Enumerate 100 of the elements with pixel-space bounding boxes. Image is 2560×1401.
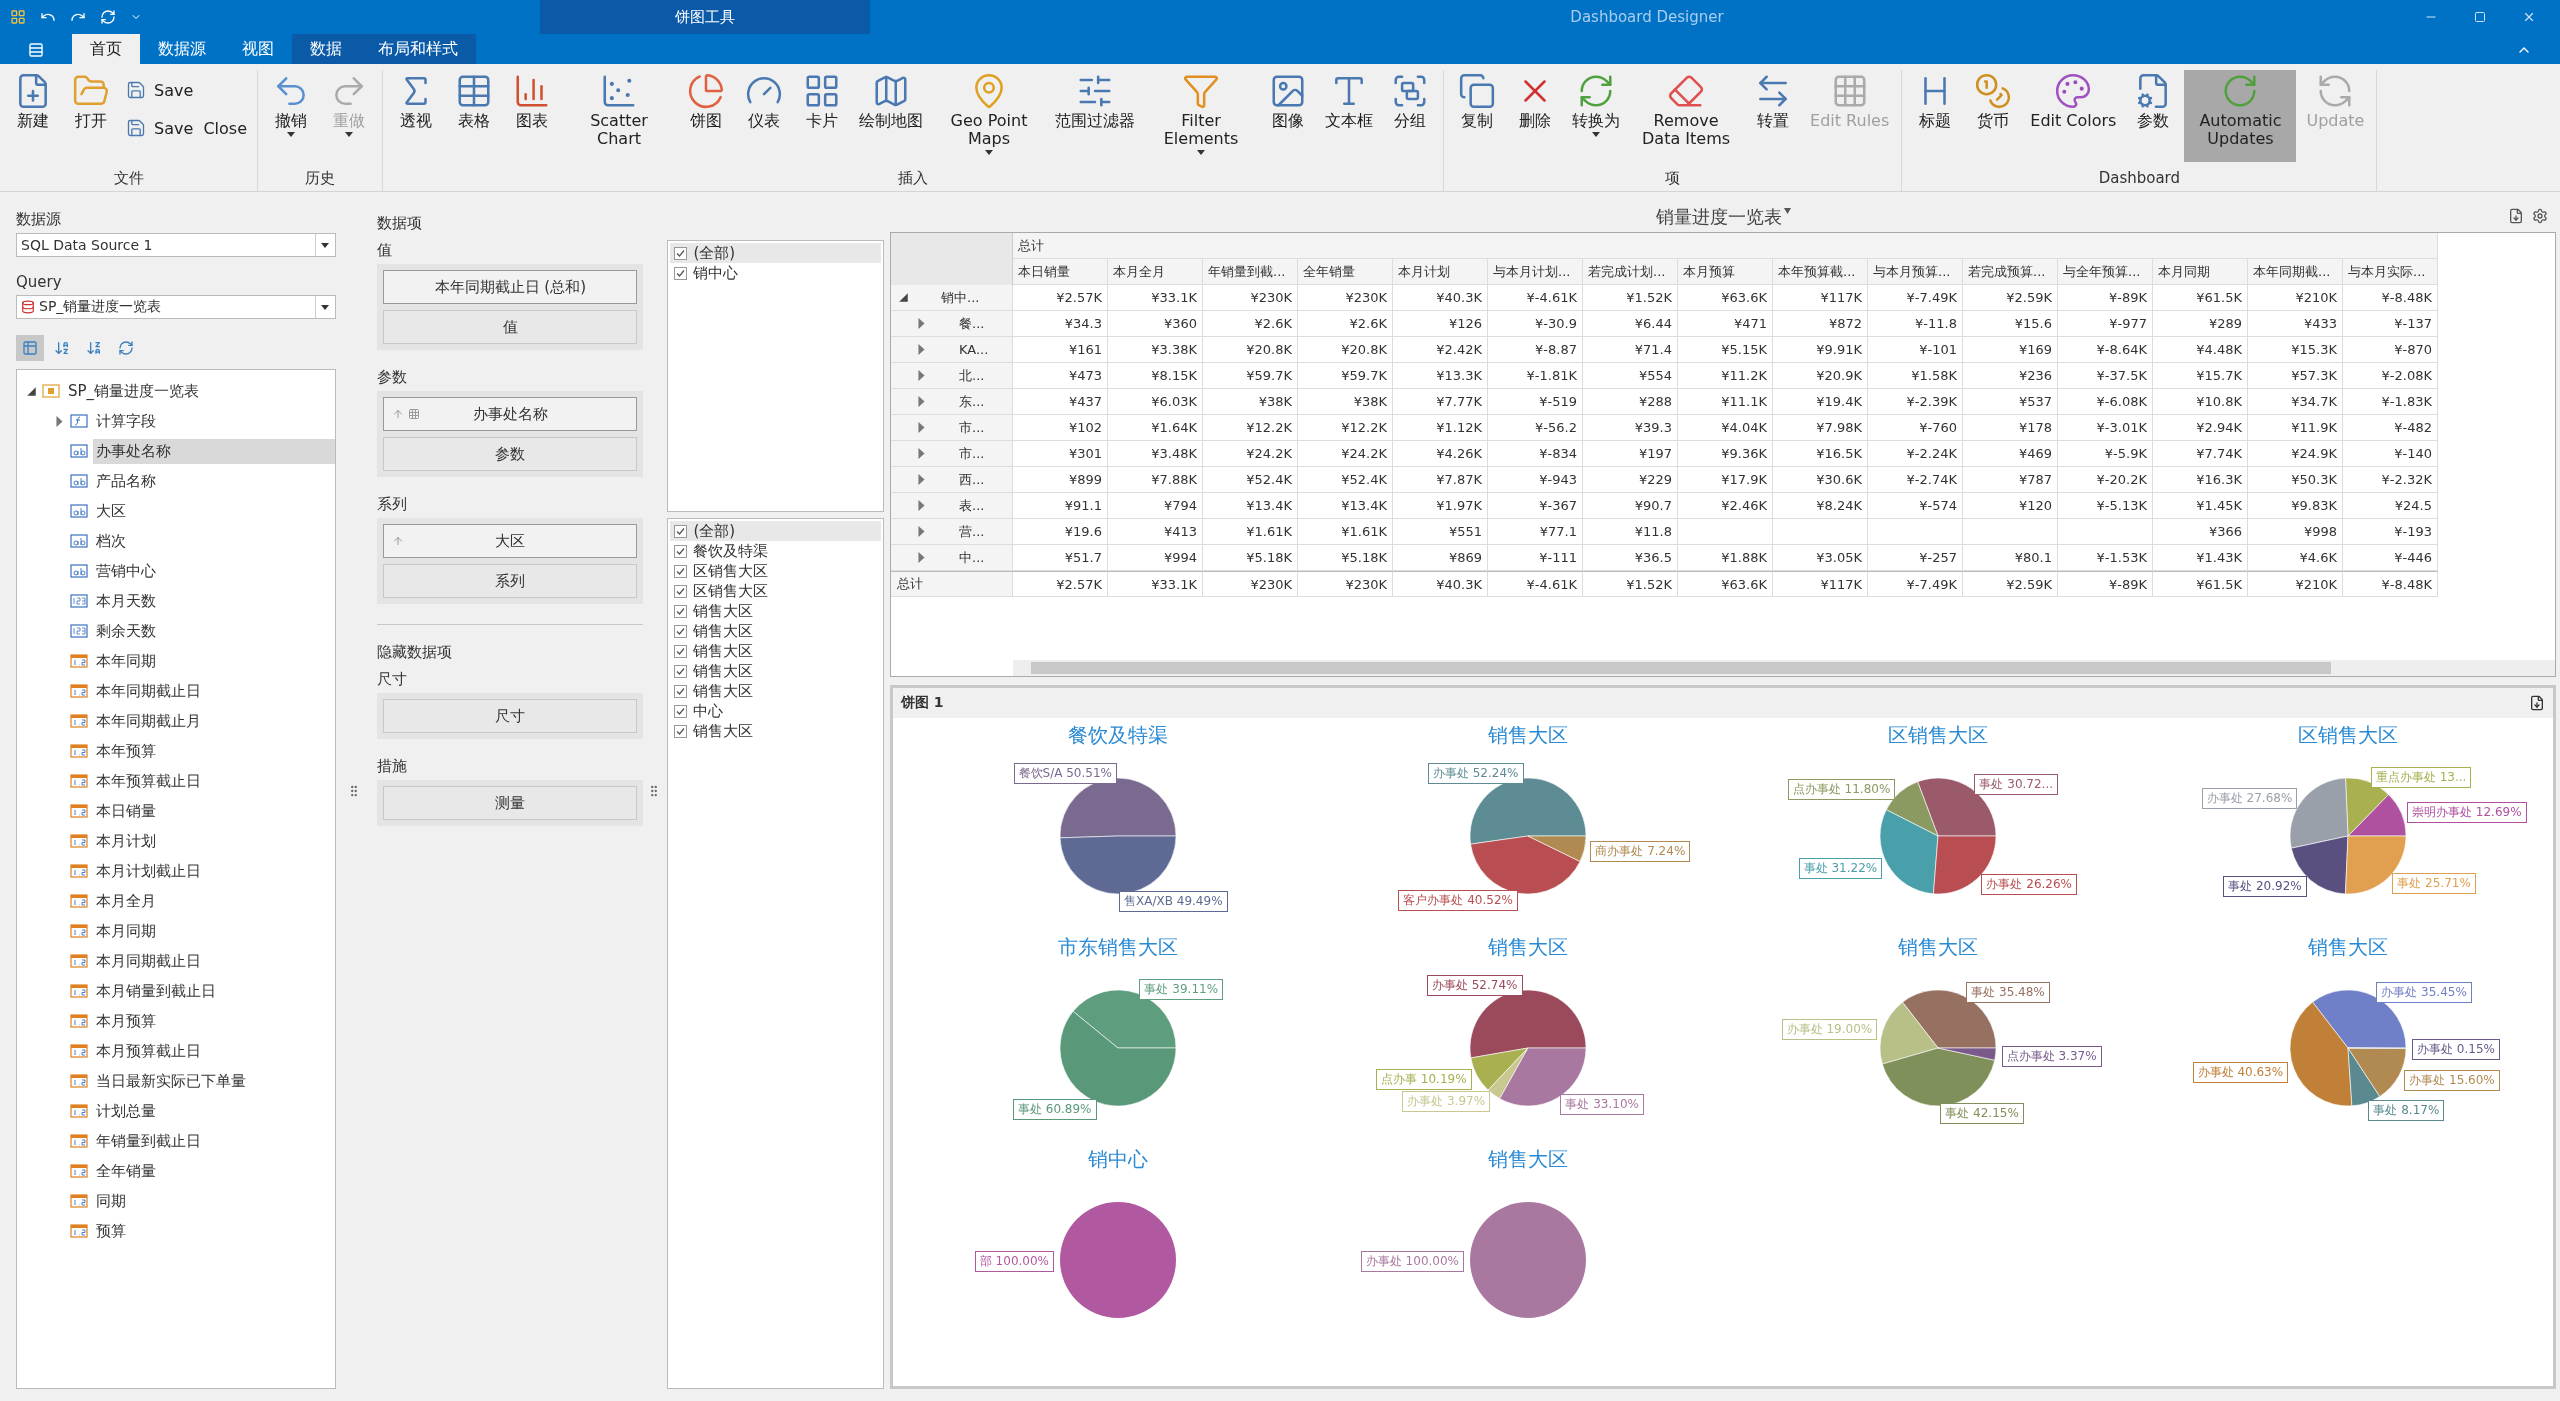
- expand-toggle[interactable]: [915, 447, 927, 460]
- data-item-button[interactable]: 大区: [383, 524, 638, 558]
- column-header[interactable]: 全年销量: [1298, 259, 1393, 285]
- filter-item[interactable]: (全部): [670, 243, 881, 263]
- ribbon-button[interactable]: 绘制地图: [853, 70, 930, 162]
- tree-item[interactable]: 大区: [93, 498, 129, 524]
- drop-slot[interactable]: 参数: [383, 437, 638, 471]
- data-item-button[interactable]: 办事处名称: [383, 397, 638, 431]
- tree-item[interactable]: 本年预算: [93, 738, 159, 764]
- checkbox[interactable]: [674, 584, 688, 598]
- expand-toggle[interactable]: [25, 385, 37, 397]
- row-header[interactable]: 餐...: [891, 311, 1013, 337]
- checkbox[interactable]: [674, 684, 688, 698]
- ribbon-button[interactable]: Remove Data Items: [1630, 70, 1743, 162]
- expand-toggle[interactable]: [53, 415, 65, 427]
- ribbon-button[interactable]: Filter Elements: [1145, 70, 1258, 162]
- ribbon-button[interactable]: 卡片: [795, 70, 850, 162]
- filter-item[interactable]: 销售大区: [670, 661, 881, 681]
- expand-toggle[interactable]: [915, 343, 927, 356]
- tree-item[interactable]: 本月预算: [93, 1008, 159, 1034]
- checkbox[interactable]: [674, 524, 688, 538]
- column-header[interactable]: 与本月实际...: [2343, 259, 2438, 285]
- tree-item[interactable]: 当日最新实际已下单量: [93, 1068, 249, 1094]
- tree-item[interactable]: 计划总量: [93, 1098, 159, 1124]
- column-header[interactable]: 本月计划: [1393, 259, 1488, 285]
- expand-toggle[interactable]: [915, 317, 927, 330]
- row-header[interactable]: 市...: [891, 441, 1013, 467]
- ribbon-tab[interactable]: 首页: [72, 34, 140, 64]
- ribbon-button[interactable]: 图表: [505, 70, 560, 162]
- expand-toggle[interactable]: [915, 395, 927, 408]
- column-header[interactable]: 本日销量: [1013, 259, 1108, 285]
- scrollbar[interactable]: [1013, 660, 2555, 676]
- filter-item[interactable]: 中心: [670, 701, 881, 721]
- checkbox[interactable]: [674, 266, 688, 280]
- checkbox[interactable]: [674, 564, 688, 578]
- column-header[interactable]: 若完成计划...: [1583, 259, 1678, 285]
- tree-item[interactable]: 计算字段: [93, 408, 159, 434]
- expand-toggle[interactable]: [915, 499, 927, 512]
- filter-item[interactable]: (全部): [670, 521, 881, 541]
- expand-toggle[interactable]: [915, 551, 927, 564]
- tree-item[interactable]: 剩余天数: [93, 618, 159, 644]
- tree-item[interactable]: 本月计划: [93, 828, 159, 854]
- tree-item[interactable]: 营销中心: [93, 558, 159, 584]
- tree-item[interactable]: 年销量到截止日: [93, 1128, 204, 1154]
- ribbon-button[interactable]: 表格: [447, 70, 502, 162]
- ribbon-button[interactable]: 转换为: [1566, 70, 1627, 162]
- expand-toggle[interactable]: [915, 473, 927, 486]
- row-header[interactable]: 北...: [891, 363, 1013, 389]
- column-header[interactable]: 与全年预算...: [2058, 259, 2153, 285]
- tree-item[interactable]: 全年销量: [93, 1158, 159, 1184]
- ribbon-button[interactable]: 新建: [6, 70, 60, 162]
- tree-item[interactable]: 办事处名称: [93, 438, 335, 464]
- ribbon-button[interactable]: Edit Colors: [2024, 70, 2123, 162]
- data-source-select[interactable]: SQL Data Source 1: [16, 233, 336, 257]
- drop-slot[interactable]: 系列: [383, 564, 638, 598]
- row-header[interactable]: 东...: [891, 389, 1013, 415]
- checkbox[interactable]: [674, 246, 688, 260]
- ribbon-tab[interactable]: 数据: [292, 34, 360, 64]
- ribbon-button[interactable]: 文本框: [1319, 70, 1380, 162]
- ribbon-tab[interactable]: 布局和样式: [360, 34, 476, 64]
- column-header[interactable]: 年销量到截...: [1203, 259, 1298, 285]
- expand-toggle[interactable]: [915, 525, 927, 538]
- ribbon-button[interactable]: Automatic Updates: [2184, 70, 2297, 162]
- filter-item[interactable]: 销售大区: [670, 621, 881, 641]
- checkbox[interactable]: [674, 544, 688, 558]
- filter-item[interactable]: 销中心: [670, 263, 881, 283]
- ribbon-button[interactable]: 删除: [1508, 70, 1563, 162]
- drop-slot[interactable]: 值: [383, 310, 638, 344]
- column-header[interactable]: 本年同期截...: [2248, 259, 2343, 285]
- tree-item[interactable]: 本年同期: [93, 648, 159, 674]
- expand-toggle[interactable]: [915, 369, 927, 382]
- column-header[interactable]: 本月同期: [2153, 259, 2248, 285]
- tree-item[interactable]: 本月同期截止日: [93, 948, 204, 974]
- ribbon-button[interactable]: 打开: [64, 70, 118, 162]
- filter-item[interactable]: 区销售大区: [670, 561, 881, 581]
- maximize-icon[interactable]: [2474, 11, 2486, 23]
- ribbon-tab[interactable]: 视图: [224, 34, 292, 64]
- checkbox[interactable]: [674, 704, 688, 718]
- filter-item[interactable]: 餐饮及特渠: [670, 541, 881, 561]
- filter-item[interactable]: 销售大区: [670, 641, 881, 661]
- filter-item[interactable]: 区销售大区: [670, 581, 881, 601]
- export-icon[interactable]: [2529, 695, 2545, 711]
- export-icon[interactable]: [2508, 208, 2524, 224]
- ribbon-button[interactable]: Scatter Chart: [563, 70, 676, 162]
- ribbon-button[interactable]: Geo Point Maps: [933, 70, 1046, 162]
- tree-item[interactable]: 本年预算截止日: [93, 768, 204, 794]
- tree-item[interactable]: 本年同期截止月: [93, 708, 204, 734]
- filter-item[interactable]: 销售大区: [670, 681, 881, 701]
- ribbon-button[interactable]: 撤销: [264, 70, 319, 162]
- column-header[interactable]: 本月全月: [1108, 259, 1203, 285]
- tree-item[interactable]: 档次: [93, 528, 129, 554]
- ribbon-button[interactable]: 复制: [1450, 70, 1505, 162]
- expand-toggle[interactable]: [915, 421, 927, 434]
- ribbon-button[interactable]: 货币: [1966, 70, 2021, 162]
- ribbon-button[interactable]: 参数: [2126, 70, 2181, 162]
- tree-item[interactable]: SP_销量进度一览表: [65, 378, 203, 404]
- column-header[interactable]: 与本月计划...: [1488, 259, 1583, 285]
- refresh-icon[interactable]: [100, 9, 116, 25]
- settings-icon[interactable]: [2532, 208, 2548, 224]
- ribbon-button[interactable]: 图像: [1261, 70, 1316, 162]
